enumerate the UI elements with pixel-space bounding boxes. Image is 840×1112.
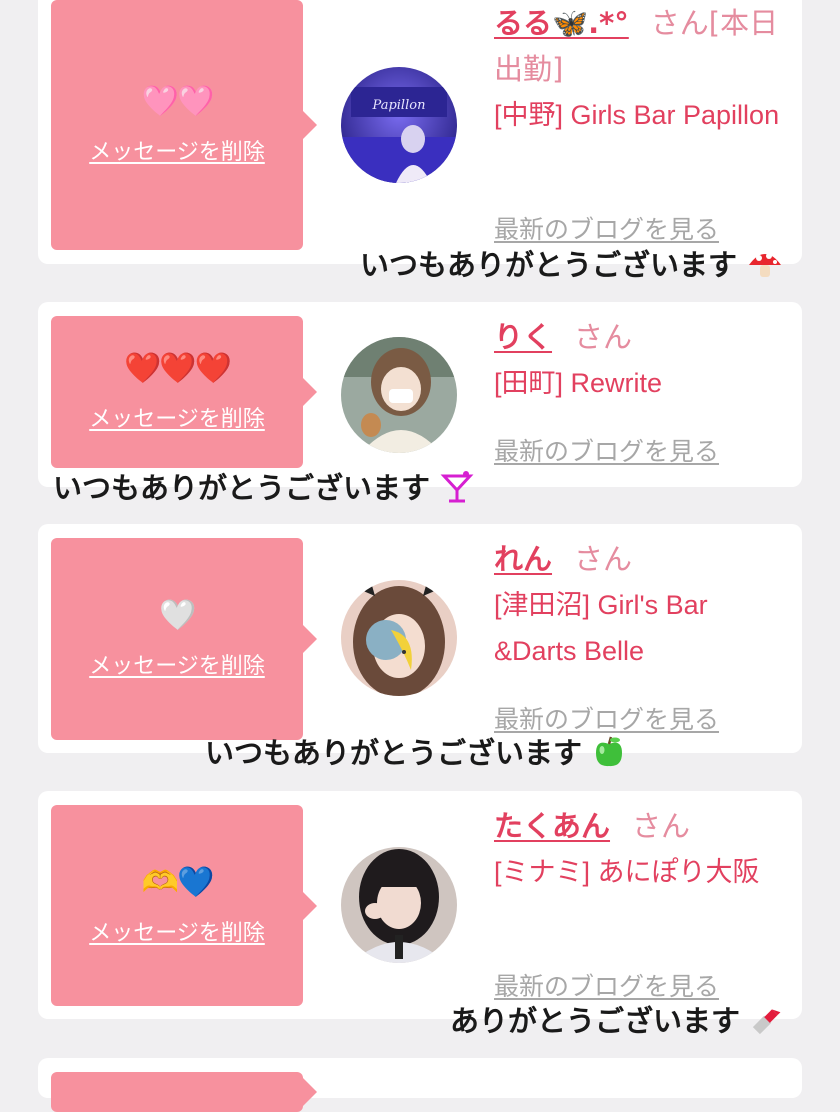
message-card: 🩷🩷 メッセージを削除 Papillon るる🦋.*° さん[本日出勤] [中野]… [38, 0, 802, 264]
delete-message-link[interactable]: メッセージを削除 [89, 915, 265, 947]
shop-name: [田町] Rewrite [494, 368, 663, 398]
thanks-text: ありがとうございます [450, 1004, 741, 1038]
delete-message-link[interactable]: メッセージを削除 [89, 134, 265, 166]
delete-message-link[interactable]: メッセージを削除 [89, 648, 265, 680]
lipstick-icon [750, 1003, 784, 1044]
message-card: ❤️❤️❤️ メッセージを削除 りく さん [田町] Rewrite 最新のブログ… [38, 302, 802, 487]
shop-name: [津田沼] Girl's Bar &Darts Belle [494, 590, 708, 666]
mushroom-icon [747, 247, 783, 288]
message-emoji: ❤️❤️❤️ [123, 351, 232, 386]
thanks-message: いつもありがとうございます [205, 730, 626, 776]
cast-name-suffix: さん [574, 542, 633, 576]
cast-info: りく さん [田町] Rewrite [494, 314, 794, 406]
avatar[interactable] [341, 847, 457, 963]
cocktail-icon [440, 470, 474, 511]
message-emoji: 🫶💙 [141, 864, 215, 900]
message-card: 🫶💙 メッセージを削除 たくあん さん [ミナミ] あにぽり大阪 最新のブログを見… [38, 791, 802, 1019]
cast-name-link[interactable]: たくあん [494, 809, 610, 843]
avatar[interactable] [341, 580, 457, 696]
svg-text:Papillon: Papillon [372, 98, 426, 113]
shop-name: [ミナミ] あにぽり大阪 [494, 857, 760, 887]
green-apple-icon [592, 735, 626, 776]
thanks-message: いつもありがとうございます [360, 242, 783, 288]
thanks-message: ありがとうございます [450, 998, 784, 1044]
shop-name: [中野] Girls Bar Papillon [494, 100, 780, 130]
cast-name-line: れん さん [494, 536, 794, 582]
thanks-message: いつもありがとうございます [53, 465, 474, 511]
latest-blog-link[interactable]: 最新のブログを見る [494, 210, 719, 246]
cast-name-line: たくあん さん [494, 803, 794, 849]
thanks-text: いつもありがとうございます [53, 471, 431, 505]
cast-info: たくあん さん [ミナミ] あにぽり大阪 [494, 803, 794, 895]
cast-name-line: るる🦋.*° さん[本日出勤] [494, 0, 794, 92]
thanks-text: いつもありがとうございます [205, 736, 583, 770]
message-emoji: 🤍 [159, 598, 196, 633]
delete-message-link[interactable]: メッセージを削除 [89, 401, 265, 433]
message-bubble: 🩷🩷 メッセージを削除 [51, 0, 317, 250]
latest-blog-link[interactable]: 最新のブログを見る [494, 432, 719, 468]
message-emoji: 🩷🩷 [141, 84, 215, 119]
message-bubble: 🤍 メッセージを削除 [51, 538, 317, 740]
message-card: 🤍 メッセージを削除 れん さん [津田沼] Girl's Bar &Darts … [38, 524, 802, 753]
cast-info: れん さん [津田沼] Girl's Bar &Darts Belle [494, 536, 794, 674]
cast-info: るる🦋.*° さん[本日出勤] [中野] Girls Bar Papillon [494, 0, 794, 138]
message-bubble [51, 1072, 317, 1112]
cast-name-link[interactable]: りく [494, 320, 552, 354]
thanks-text: いつもありがとうございます [360, 248, 738, 282]
cast-name-link[interactable]: るる🦋.*° [494, 6, 629, 40]
cast-name-suffix: さん [632, 809, 691, 843]
message-card [38, 1058, 802, 1112]
cast-name-line: りく さん [494, 314, 794, 360]
avatar[interactable] [341, 337, 457, 453]
message-bubble: 🫶💙 メッセージを削除 [51, 805, 317, 1006]
cast-name-suffix: さん [574, 320, 633, 354]
avatar[interactable]: Papillon [341, 67, 457, 183]
message-bubble: ❤️❤️❤️ メッセージを削除 [51, 316, 317, 468]
cast-name-link[interactable]: れん [494, 542, 552, 576]
